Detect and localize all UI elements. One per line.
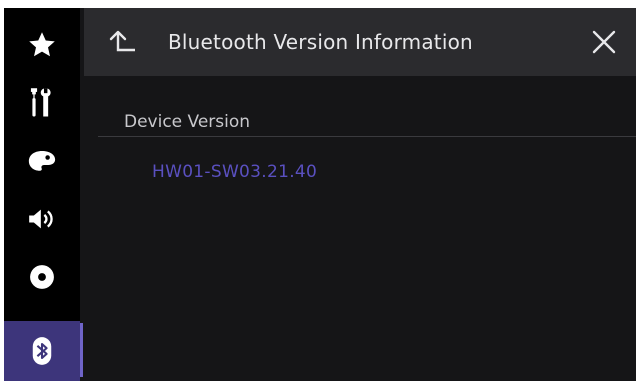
return-arrow-icon <box>109 30 135 52</box>
tools-icon <box>30 88 51 117</box>
sidebar-item-settings[interactable] <box>4 74 80 132</box>
screen: Bluetooth Version Information Device Ver… <box>4 8 636 381</box>
sidebar-item-favorites[interactable] <box>4 16 80 74</box>
device-version-value: HW01-SW03.21.40 <box>152 162 318 182</box>
sidebar-item-theme[interactable] <box>4 132 80 190</box>
bluetooth-icon <box>32 337 52 365</box>
speaker-icon <box>29 209 53 229</box>
content-area: Device Version HW01-SW03.21.40 <box>84 76 636 381</box>
disc-icon <box>30 265 54 289</box>
back-button[interactable] <box>108 28 138 56</box>
star-icon <box>29 32 55 57</box>
header-bar: Bluetooth Version Information <box>84 8 636 76</box>
section-divider <box>98 136 636 137</box>
page-title: Bluetooth Version Information <box>168 30 473 54</box>
sidebar-item-audio[interactable] <box>4 190 80 248</box>
sidebar-item-bluetooth[interactable] <box>4 321 83 381</box>
close-button[interactable] <box>590 28 618 56</box>
device-version-label: Device Version <box>124 112 251 132</box>
sidebar-item-av-source[interactable] <box>4 248 80 306</box>
close-icon <box>592 30 616 54</box>
sidebar <box>4 8 83 381</box>
palette-icon <box>28 151 56 171</box>
